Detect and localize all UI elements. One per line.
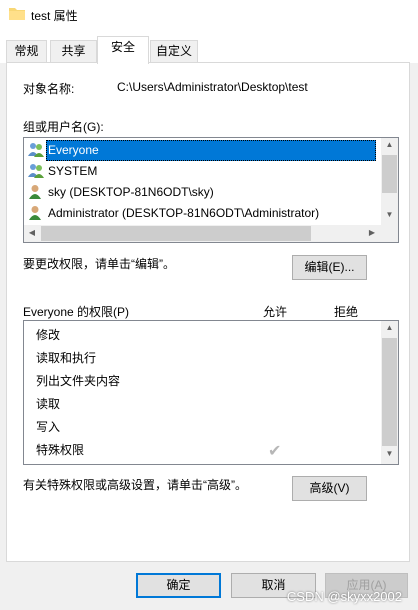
scroll-thumb[interactable] <box>41 226 311 241</box>
object-name-label: 对象名称: <box>23 82 75 96</box>
folder-icon <box>9 6 25 23</box>
dialog-footer: 确定 取消 应用(A) CSDN @skyxx2002 <box>0 562 418 610</box>
deny-column-header: 拒绝 <box>334 305 359 319</box>
advanced-settings-hint: 有关特殊权限或高级设置，请单击“高级”。 <box>23 478 247 492</box>
tab-customize[interactable]: 自定义 <box>150 40 198 62</box>
scroll-right-icon[interactable]: ▶ <box>366 228 378 237</box>
tab-sharing[interactable]: 共享 <box>50 40 97 62</box>
permission-row: 读取和执行 <box>36 351 97 365</box>
permissions-list[interactable]: 修改 读取和执行 列出文件夹内容 读取 写入 特殊权限 ✔ ▲ ▼ <box>23 320 399 465</box>
permission-row: 写入 <box>36 420 61 434</box>
tab-bar: 常规 共享 安全 自定义 <box>0 32 418 64</box>
title-bar[interactable]: test 属性 <box>0 0 418 32</box>
group-user-list[interactable]: Everyone SYSTEM sky (DESKTOP-81N6ODT\sky… <box>23 137 399 243</box>
scroll-corner <box>381 225 398 242</box>
window-title: test 属性 <box>31 9 78 23</box>
scroll-up-icon[interactable]: ▲ <box>381 140 398 149</box>
scroll-up-icon[interactable]: ▲ <box>381 323 398 332</box>
groups-label: 组或用户名(G): <box>23 120 104 134</box>
allow-column-header: 允许 <box>263 305 288 319</box>
permissions-title: Everyone 的权限(P) <box>23 305 130 319</box>
object-name-value: C:\Users\Administrator\Desktop\test <box>117 80 308 94</box>
list-item-sky[interactable]: sky (DESKTOP-81N6ODT\sky) <box>24 182 380 203</box>
list-item-administrator[interactable]: Administrator (DESKTOP-81N6ODT\Administr… <box>24 203 380 224</box>
list-item-label: sky (DESKTOP-81N6ODT\sky) <box>48 185 214 199</box>
scroll-down-icon[interactable]: ▼ <box>381 210 398 219</box>
list-item-label: Administrator (DESKTOP-81N6ODT\Administr… <box>48 206 320 220</box>
permission-row: 特殊权限 <box>36 443 85 457</box>
tab-security[interactable]: 安全 <box>97 36 149 64</box>
list-item-everyone[interactable]: Everyone <box>24 140 380 161</box>
list-item-label: Everyone <box>46 140 376 161</box>
permission-row: 读取 <box>36 397 61 411</box>
list-item-system[interactable]: SYSTEM <box>24 161 380 182</box>
list-item-label: SYSTEM <box>48 164 98 178</box>
group-list-hscrollbar[interactable]: ◀ ▶ <box>24 225 381 242</box>
scroll-left-icon[interactable]: ◀ <box>26 228 38 237</box>
scroll-thumb[interactable] <box>382 338 397 446</box>
properties-window: test 属性 常规 共享 安全 自定义 对象名称: C:\Users\Admi… <box>0 0 418 610</box>
permission-row: 列出文件夹内容 <box>36 374 121 388</box>
scroll-thumb[interactable] <box>382 155 397 193</box>
change-permissions-hint: 要更改权限，请单击“编辑”。 <box>23 257 175 271</box>
scroll-down-icon[interactable]: ▼ <box>381 449 398 458</box>
allow-checkmark-icon: ✔ <box>268 443 282 460</box>
edit-button[interactable]: 编辑(E)... <box>292 255 367 280</box>
group-list-vscrollbar[interactable]: ▲ ▼ <box>381 138 398 225</box>
watermark: CSDN @skyxx2002 <box>286 589 402 604</box>
security-page: 对象名称: C:\Users\Administrator\Desktop\tes… <box>6 62 410 562</box>
advanced-button[interactable]: 高级(V) <box>292 476 367 501</box>
permissions-vscrollbar[interactable]: ▲ ▼ <box>381 321 398 464</box>
tab-general[interactable]: 常规 <box>6 40 47 62</box>
ok-button[interactable]: 确定 <box>136 573 221 598</box>
permission-row: 修改 <box>36 328 61 342</box>
